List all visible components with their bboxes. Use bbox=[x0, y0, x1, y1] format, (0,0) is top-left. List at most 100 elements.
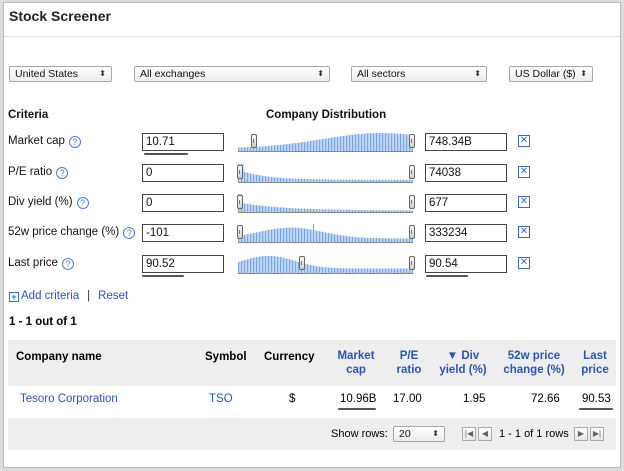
range-slider-handle[interactable] bbox=[237, 165, 243, 179]
question-icon[interactable]: ? bbox=[61, 258, 74, 270]
distribution-histogram[interactable] bbox=[236, 130, 414, 152]
remove-criteria-icon[interactable]: ✕ bbox=[518, 166, 530, 178]
histogram-bar bbox=[296, 178, 298, 182]
region-select-value: United States bbox=[15, 68, 79, 80]
remove-criteria-icon[interactable]: ✕ bbox=[518, 135, 530, 147]
last-price-underline bbox=[579, 408, 613, 410]
histogram-bar bbox=[266, 146, 268, 151]
histogram-bar bbox=[247, 147, 248, 151]
histogram-bar bbox=[260, 205, 262, 212]
histogram-bar bbox=[292, 178, 293, 182]
histogram-bar bbox=[412, 210, 413, 212]
col-company[interactable]: Company name bbox=[16, 350, 102, 364]
histogram-bar bbox=[406, 179, 407, 182]
histogram-bar bbox=[353, 268, 355, 273]
distribution-histogram[interactable] bbox=[236, 221, 414, 243]
histogram-bar bbox=[337, 179, 338, 182]
col-last-price[interactable]: Last price bbox=[576, 349, 614, 377]
range-slider-handle[interactable] bbox=[409, 165, 415, 179]
sector-select[interactable]: All sectors ⬍ bbox=[351, 66, 487, 82]
col-symbol[interactable]: Symbol bbox=[205, 350, 247, 364]
histogram-bar bbox=[296, 142, 298, 151]
question-icon[interactable]: ? bbox=[123, 227, 136, 239]
histogram-bar bbox=[293, 143, 295, 151]
histogram-bar bbox=[401, 134, 403, 151]
histogram-bar bbox=[400, 268, 401, 273]
range-slider-handle[interactable] bbox=[299, 256, 305, 270]
histogram-bar bbox=[371, 133, 373, 151]
company-link[interactable]: Tesoro Corporation bbox=[20, 393, 118, 405]
histogram-bar bbox=[257, 232, 259, 242]
histogram-bar bbox=[350, 179, 352, 182]
distribution-histogram[interactable] bbox=[236, 252, 414, 274]
remove-criteria-icon[interactable]: ✕ bbox=[518, 257, 530, 269]
histogram-bar bbox=[296, 208, 298, 212]
criteria-max-input[interactable]: 677 bbox=[425, 194, 507, 212]
col-52w-change[interactable]: 52w price change (%) bbox=[498, 349, 570, 377]
question-icon[interactable]: ? bbox=[56, 167, 69, 179]
histogram-bar bbox=[247, 203, 248, 212]
col-pe-ratio[interactable]: P/E ratio bbox=[389, 349, 429, 377]
first-page-icon[interactable]: |◀ bbox=[462, 427, 476, 441]
remove-criteria-icon[interactable]: ✕ bbox=[518, 226, 530, 238]
next-page-icon[interactable]: ▶ bbox=[574, 427, 588, 441]
histogram-bar bbox=[244, 260, 245, 273]
last-page-icon[interactable]: ▶| bbox=[590, 427, 604, 441]
histogram-bar bbox=[316, 179, 317, 182]
question-icon[interactable]: ? bbox=[76, 197, 89, 209]
col-div-yield[interactable]: ▼ Div yield (%) bbox=[432, 349, 494, 377]
range-slider-handle[interactable] bbox=[409, 134, 415, 148]
histogram-bar bbox=[259, 205, 260, 212]
criteria-max-input[interactable]: 333234 bbox=[425, 224, 507, 242]
histogram-bar bbox=[358, 134, 359, 151]
rows-per-page-select[interactable]: 20 ⬍ bbox=[393, 426, 445, 442]
plus-icon[interactable]: + bbox=[9, 292, 19, 302]
histogram-bar bbox=[335, 209, 337, 212]
currency-select[interactable]: US Dollar ($) ⬍ bbox=[509, 66, 593, 82]
range-slider-handle[interactable] bbox=[237, 225, 243, 239]
criteria-max-input[interactable]: 74038 bbox=[425, 164, 507, 182]
histogram-bar bbox=[337, 136, 338, 151]
range-slider-handle[interactable] bbox=[409, 256, 415, 270]
criteria-min-input[interactable]: -101 bbox=[142, 224, 224, 242]
criteria-min-input[interactable]: 90.52 bbox=[142, 255, 224, 273]
add-criteria-link[interactable]: Add criteria bbox=[21, 290, 79, 302]
question-icon[interactable]: ? bbox=[68, 136, 81, 148]
remove-criteria-icon[interactable]: ✕ bbox=[518, 196, 530, 208]
histogram-bar bbox=[349, 236, 350, 242]
reset-link[interactable]: Reset bbox=[98, 290, 128, 302]
histogram-bar bbox=[406, 210, 407, 212]
range-slider-handle[interactable] bbox=[237, 195, 243, 209]
histogram-bar bbox=[251, 258, 253, 273]
distribution-histogram[interactable] bbox=[236, 191, 414, 213]
col-currency[interactable]: Currency bbox=[264, 350, 315, 364]
range-slider-handle[interactable] bbox=[409, 225, 415, 239]
criteria-max-input[interactable]: 748.34B bbox=[425, 133, 507, 151]
prev-page-icon[interactable]: ◀ bbox=[478, 427, 492, 441]
range-slider-handle[interactable] bbox=[251, 134, 257, 148]
criteria-max-input[interactable]: 90.54 bbox=[425, 255, 507, 273]
histogram-bar bbox=[266, 176, 268, 182]
histogram-bar bbox=[374, 210, 376, 212]
histogram-bar bbox=[334, 267, 335, 273]
criteria-min-input[interactable]: 0 bbox=[142, 164, 224, 182]
histogram-bar bbox=[263, 146, 265, 151]
histogram-bar bbox=[355, 268, 356, 273]
histogram-bar bbox=[245, 147, 247, 151]
col-market-cap[interactable]: Market cap bbox=[330, 349, 382, 377]
histogram-bar bbox=[250, 173, 251, 182]
region-select[interactable]: United States ⬍ bbox=[9, 66, 112, 82]
histogram-bar bbox=[388, 179, 389, 182]
histogram-bar bbox=[298, 208, 299, 212]
exchange-select[interactable]: All exchanges ⬍ bbox=[134, 66, 330, 82]
histogram-bar bbox=[269, 206, 271, 212]
histogram-bar bbox=[247, 172, 248, 182]
histogram-bar bbox=[395, 133, 397, 151]
symbol-link[interactable]: TSO bbox=[209, 393, 233, 405]
criteria-min-input[interactable]: 0 bbox=[142, 194, 224, 212]
criteria-min-input[interactable]: 10.71 bbox=[142, 133, 224, 151]
range-slider-handle[interactable] bbox=[409, 195, 415, 209]
histogram-bar bbox=[328, 138, 329, 151]
distribution-histogram[interactable] bbox=[236, 161, 414, 183]
select-arrows-icon: ⬍ bbox=[474, 69, 481, 78]
